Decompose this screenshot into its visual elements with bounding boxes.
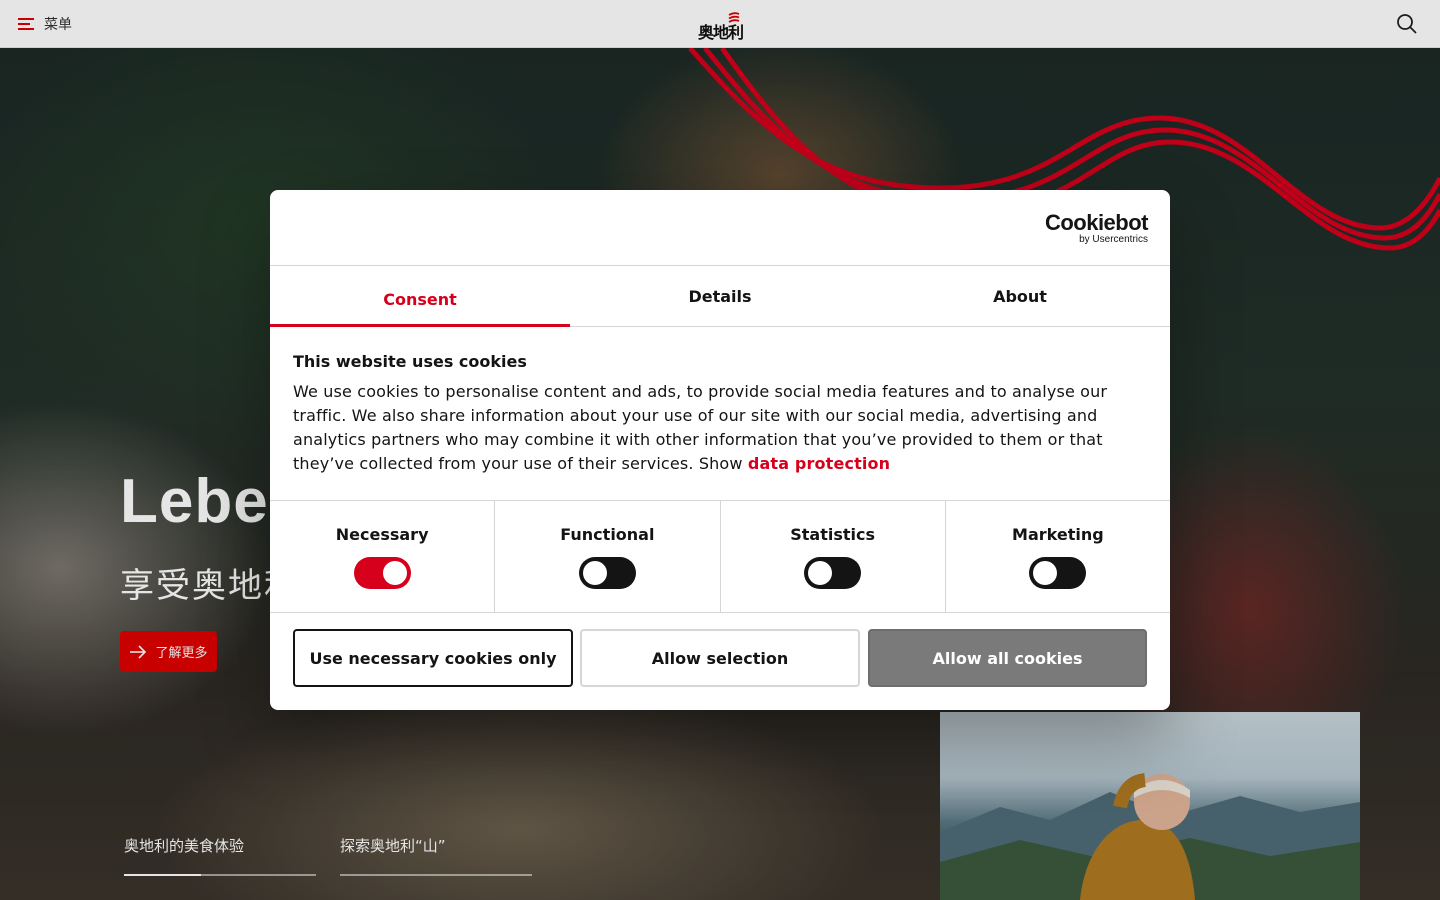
toggle-knob <box>1033 561 1058 585</box>
category-marketing: Marketing <box>946 501 1170 612</box>
statistics-toggle[interactable] <box>804 557 862 589</box>
category-label: Statistics <box>790 525 875 544</box>
toggle-knob <box>582 561 607 585</box>
allow-selection-button[interactable]: Allow selection <box>580 629 860 687</box>
dialog-description-text: We use cookies to personalise content an… <box>293 382 1108 473</box>
cookie-consent-dialog: Cookiebot by Usercentrics Consent Detail… <box>270 190 1170 710</box>
dialog-header: Cookiebot by Usercentrics <box>270 190 1170 266</box>
dialog-tabs: Consent Details About <box>270 266 1170 327</box>
toggle-knob <box>808 561 833 585</box>
tab-details[interactable]: Details <box>570 266 870 326</box>
cookie-categories: Necessary Functional Statistics Marketin… <box>270 500 1170 613</box>
category-necessary: Necessary <box>270 501 496 612</box>
allow-all-cookies-button[interactable]: Allow all cookies <box>868 629 1147 687</box>
category-label: Functional <box>560 525 655 544</box>
functional-toggle[interactable] <box>578 557 636 589</box>
tab-consent[interactable]: Consent <box>270 266 570 327</box>
tab-about[interactable]: About <box>870 266 1170 326</box>
category-label: Marketing <box>1012 525 1104 544</box>
category-functional: Functional <box>495 501 721 612</box>
category-label: Necessary <box>335 525 429 544</box>
data-protection-link[interactable]: data protection <box>748 454 890 473</box>
dialog-description: We use cookies to personalise content an… <box>293 380 1123 476</box>
necessary-toggle[interactable] <box>353 557 411 589</box>
cookiebot-logo-text: Cookiebot <box>1044 210 1149 235</box>
cookiebot-logo: Cookiebot by Usercentrics <box>1044 210 1149 246</box>
toggle-knob <box>382 561 407 585</box>
marketing-toggle[interactable] <box>1029 557 1087 589</box>
cookiebot-logo-subtext: by Usercentrics <box>1079 234 1148 245</box>
use-necessary-cookies-button[interactable]: Use necessary cookies only <box>293 629 573 687</box>
category-statistics: Statistics <box>721 501 946 612</box>
dialog-title: This website uses cookies <box>293 352 527 371</box>
